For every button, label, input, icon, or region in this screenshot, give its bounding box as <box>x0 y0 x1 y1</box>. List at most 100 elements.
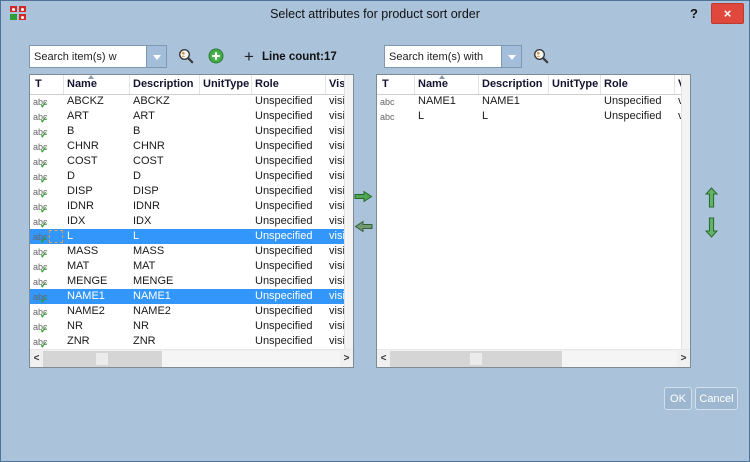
plus-icon[interactable]: + <box>244 45 254 69</box>
table-row[interactable]: abc ✓ ZNR ZNR Unspecified visible <box>30 334 345 349</box>
find-attribute-button[interactable] <box>177 48 195 65</box>
column-header-unittype[interactable]: UnitType <box>549 75 601 94</box>
cell-visible: visible <box>326 154 345 169</box>
column-header-unittype[interactable]: UnitType <box>200 75 252 94</box>
column-header-name[interactable]: Name <box>64 75 130 94</box>
selected-attributes-table: TNameDescriptionUnitTypeRoleVisible abc … <box>376 74 691 368</box>
vertical-scrollbar[interactable] <box>344 75 353 350</box>
close-button[interactable]: × <box>711 3 744 24</box>
checkmark-icon: ✓ <box>40 248 48 259</box>
scroll-left-icon[interactable]: < <box>30 351 43 367</box>
add-attribute-button[interactable] <box>208 48 224 64</box>
move-up-button[interactable] <box>705 187 718 211</box>
cell-role: Unspecified <box>252 154 326 169</box>
cell-role: Unspecified <box>252 169 326 184</box>
cell-visible: visible <box>326 139 345 154</box>
cell-name: COST <box>64 154 130 169</box>
cell-type: abc ✓ <box>377 94 415 109</box>
scrollbar-thumb[interactable] <box>43 351 162 367</box>
search-input-right[interactable] <box>384 45 502 68</box>
scroll-left-icon[interactable]: < <box>377 351 390 367</box>
column-header-label: T <box>35 78 42 90</box>
scrollbar-thumb[interactable] <box>390 351 562 367</box>
column-header-t[interactable]: T <box>377 75 415 94</box>
checkmark-icon: ✓ <box>40 263 48 274</box>
table-row[interactable]: abc ✓ NAME2 NAME2 Unspecified visible <box>30 304 345 319</box>
cell-role: Unspecified <box>252 319 326 334</box>
scroll-right-icon[interactable]: > <box>677 351 690 367</box>
find-attribute-button-right[interactable] <box>532 48 550 65</box>
move-left-button[interactable] <box>354 220 373 236</box>
line-count-label: Line count: <box>262 45 324 69</box>
help-button[interactable]: ? <box>685 4 703 24</box>
cell-unittype <box>549 94 601 109</box>
cell-role: Unspecified <box>252 199 326 214</box>
checkmark-icon: ✓ <box>40 143 48 154</box>
cell-description: NAME1 <box>130 289 200 304</box>
table-row[interactable]: abc ✓ NAME1 NAME1 Unspecified visible <box>377 94 682 109</box>
checkmark-icon: ✓ <box>40 173 48 184</box>
scroll-right-icon[interactable]: > <box>340 351 353 367</box>
table-row[interactable]: abc ✓ NAME1 NAME1 Unspecified visible <box>30 289 345 304</box>
column-header-role[interactable]: Role <box>601 75 675 94</box>
table-row[interactable]: abc ✓ L L Unspecified visible <box>30 229 345 244</box>
cell-name: D <box>64 169 130 184</box>
table-row[interactable]: abc ✓ COST COST Unspecified visible <box>30 154 345 169</box>
cell-unittype <box>200 184 252 199</box>
search-input-left[interactable] <box>29 45 147 68</box>
cell-role: Unspecified <box>252 244 326 259</box>
table-row[interactable]: abc ✓ D D Unspecified visible <box>30 169 345 184</box>
column-header-name[interactable]: Name <box>415 75 479 94</box>
checkmark-icon: ✓ <box>40 233 48 244</box>
horizontal-scrollbar[interactable]: < > <box>30 349 353 367</box>
cancel-button[interactable]: Cancel <box>695 387 738 410</box>
table-row[interactable]: abc ✓ B B Unspecified visible <box>30 124 345 139</box>
move-right-button[interactable] <box>354 190 373 206</box>
cell-description: DISP <box>130 184 200 199</box>
cell-unittype <box>200 154 252 169</box>
cell-type: abc ✓ <box>30 124 64 139</box>
cell-type: abc ✓ <box>30 169 64 184</box>
cell-role: Unspecified <box>252 94 326 109</box>
vertical-scrollbar[interactable] <box>681 75 690 350</box>
move-down-button[interactable] <box>705 217 718 241</box>
cell-type: abc ✓ <box>30 109 64 124</box>
column-header-t[interactable]: T <box>30 75 64 94</box>
search-dropdown-left[interactable] <box>146 45 167 68</box>
column-header-role[interactable]: Role <box>252 75 326 94</box>
table-row[interactable]: abc ✓ CHNR CHNR Unspecified visible <box>30 139 345 154</box>
table-row[interactable]: abc ✓ DISP DISP Unspecified visible <box>30 184 345 199</box>
table-row[interactable]: abc ✓ MASS MASS Unspecified visible <box>30 244 345 259</box>
scrollbar-track[interactable] <box>390 351 677 367</box>
column-header-label: Description <box>482 78 543 90</box>
table-row[interactable]: abc ✓ ABCKZ ABCKZ Unspecified visible <box>30 94 345 109</box>
table-row[interactable]: abc ✓ NR NR Unspecified visible <box>30 319 345 334</box>
cell-description: D <box>130 169 200 184</box>
ok-button[interactable]: OK <box>664 387 692 410</box>
abc-type-icon: abc <box>380 110 395 124</box>
table-row[interactable]: abc ✓ ART ART Unspecified visible <box>30 109 345 124</box>
table-row[interactable]: abc ✓ IDX IDX Unspecified visible <box>30 214 345 229</box>
cell-role: Unspecified <box>252 304 326 319</box>
title-bar[interactable]: Select attributes for product sort order… <box>1 1 749 27</box>
column-header-label: Role <box>255 78 279 90</box>
scrollbar-track[interactable] <box>43 351 340 367</box>
column-header-label: UnitType <box>203 78 249 90</box>
horizontal-scrollbar[interactable]: < > <box>377 349 690 367</box>
cell-name: B <box>64 124 130 139</box>
table-row[interactable]: abc ✓ MAT MAT Unspecified visible <box>30 259 345 274</box>
column-header-label: Role <box>604 78 628 90</box>
chevron-down-icon <box>508 55 516 60</box>
cell-name: IDNR <box>64 199 130 214</box>
table-row[interactable]: abc ✓ IDNR IDNR Unspecified visible <box>30 199 345 214</box>
table-row[interactable]: abc ✓ MENGE MENGE Unspecified visible <box>30 274 345 289</box>
table-row[interactable]: abc ✓ L L Unspecified visible <box>377 109 682 124</box>
cell-type: abc ✓ <box>30 184 64 199</box>
column-header-label: Visible <box>329 78 345 90</box>
cell-unittype <box>200 319 252 334</box>
column-header-description[interactable]: Description <box>479 75 549 94</box>
cell-visible: visible <box>326 229 345 244</box>
column-header-visible[interactable]: Visible <box>326 75 345 94</box>
search-dropdown-right[interactable] <box>501 45 522 68</box>
column-header-description[interactable]: Description <box>130 75 200 94</box>
